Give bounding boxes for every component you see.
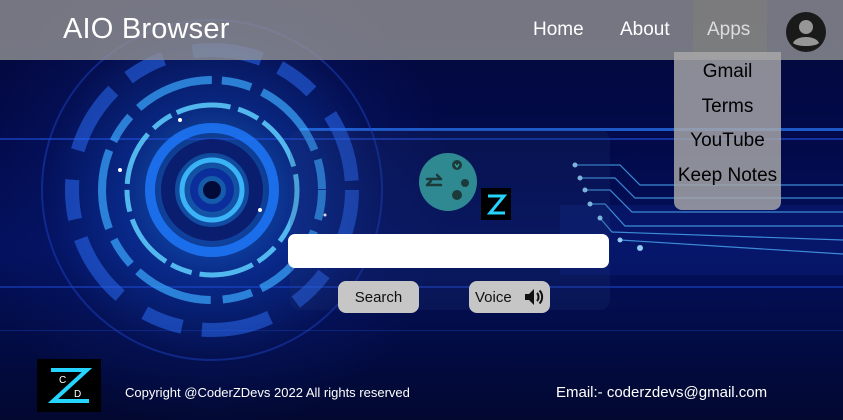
footer-logo: C D — [37, 359, 101, 412]
brand-title[interactable]: AIO Browser — [63, 13, 230, 46]
share-swap-logo-icon — [419, 153, 477, 211]
search-button[interactable]: Search — [338, 281, 419, 313]
menu-item-terms[interactable]: Terms — [674, 96, 781, 118]
voice-button[interactable]: Voice — [469, 281, 550, 313]
menu-item-gmail[interactable]: Gmail — [674, 61, 781, 83]
speaker-icon — [524, 289, 543, 305]
nav-home-link[interactable]: Home — [533, 19, 584, 41]
search-input[interactable] — [288, 234, 609, 268]
contact-email[interactable]: Email:- coderzdevs@gmail.com — [556, 384, 767, 401]
nav-apps-link[interactable]: Apps — [693, 0, 767, 58]
nav-apps-label: Apps — [707, 19, 751, 40]
coderz-logo-icon — [481, 188, 511, 220]
menu-item-youtube[interactable]: YouTube — [674, 130, 781, 152]
search-button-label: Search — [354, 288, 403, 306]
voice-button-label: Voice — [475, 288, 512, 306]
top-navbar: AIO Browser Home About Apps — [0, 0, 843, 60]
user-avatar-icon[interactable] — [786, 12, 826, 52]
menu-item-keep-notes[interactable]: Keep Notes — [674, 165, 781, 187]
nav-about-link[interactable]: About — [620, 19, 670, 41]
apps-dropdown-menu: Gmail Terms YouTube Keep Notes — [674, 52, 781, 210]
logo-letter-c: C — [59, 375, 66, 386]
user-circle-icon — [786, 12, 826, 52]
copyright-text: Copyright @CoderZDevs 2022 All rights re… — [125, 385, 410, 400]
coderz-logo-icon: C D — [47, 368, 93, 403]
logo-letter-d: D — [74, 389, 81, 400]
